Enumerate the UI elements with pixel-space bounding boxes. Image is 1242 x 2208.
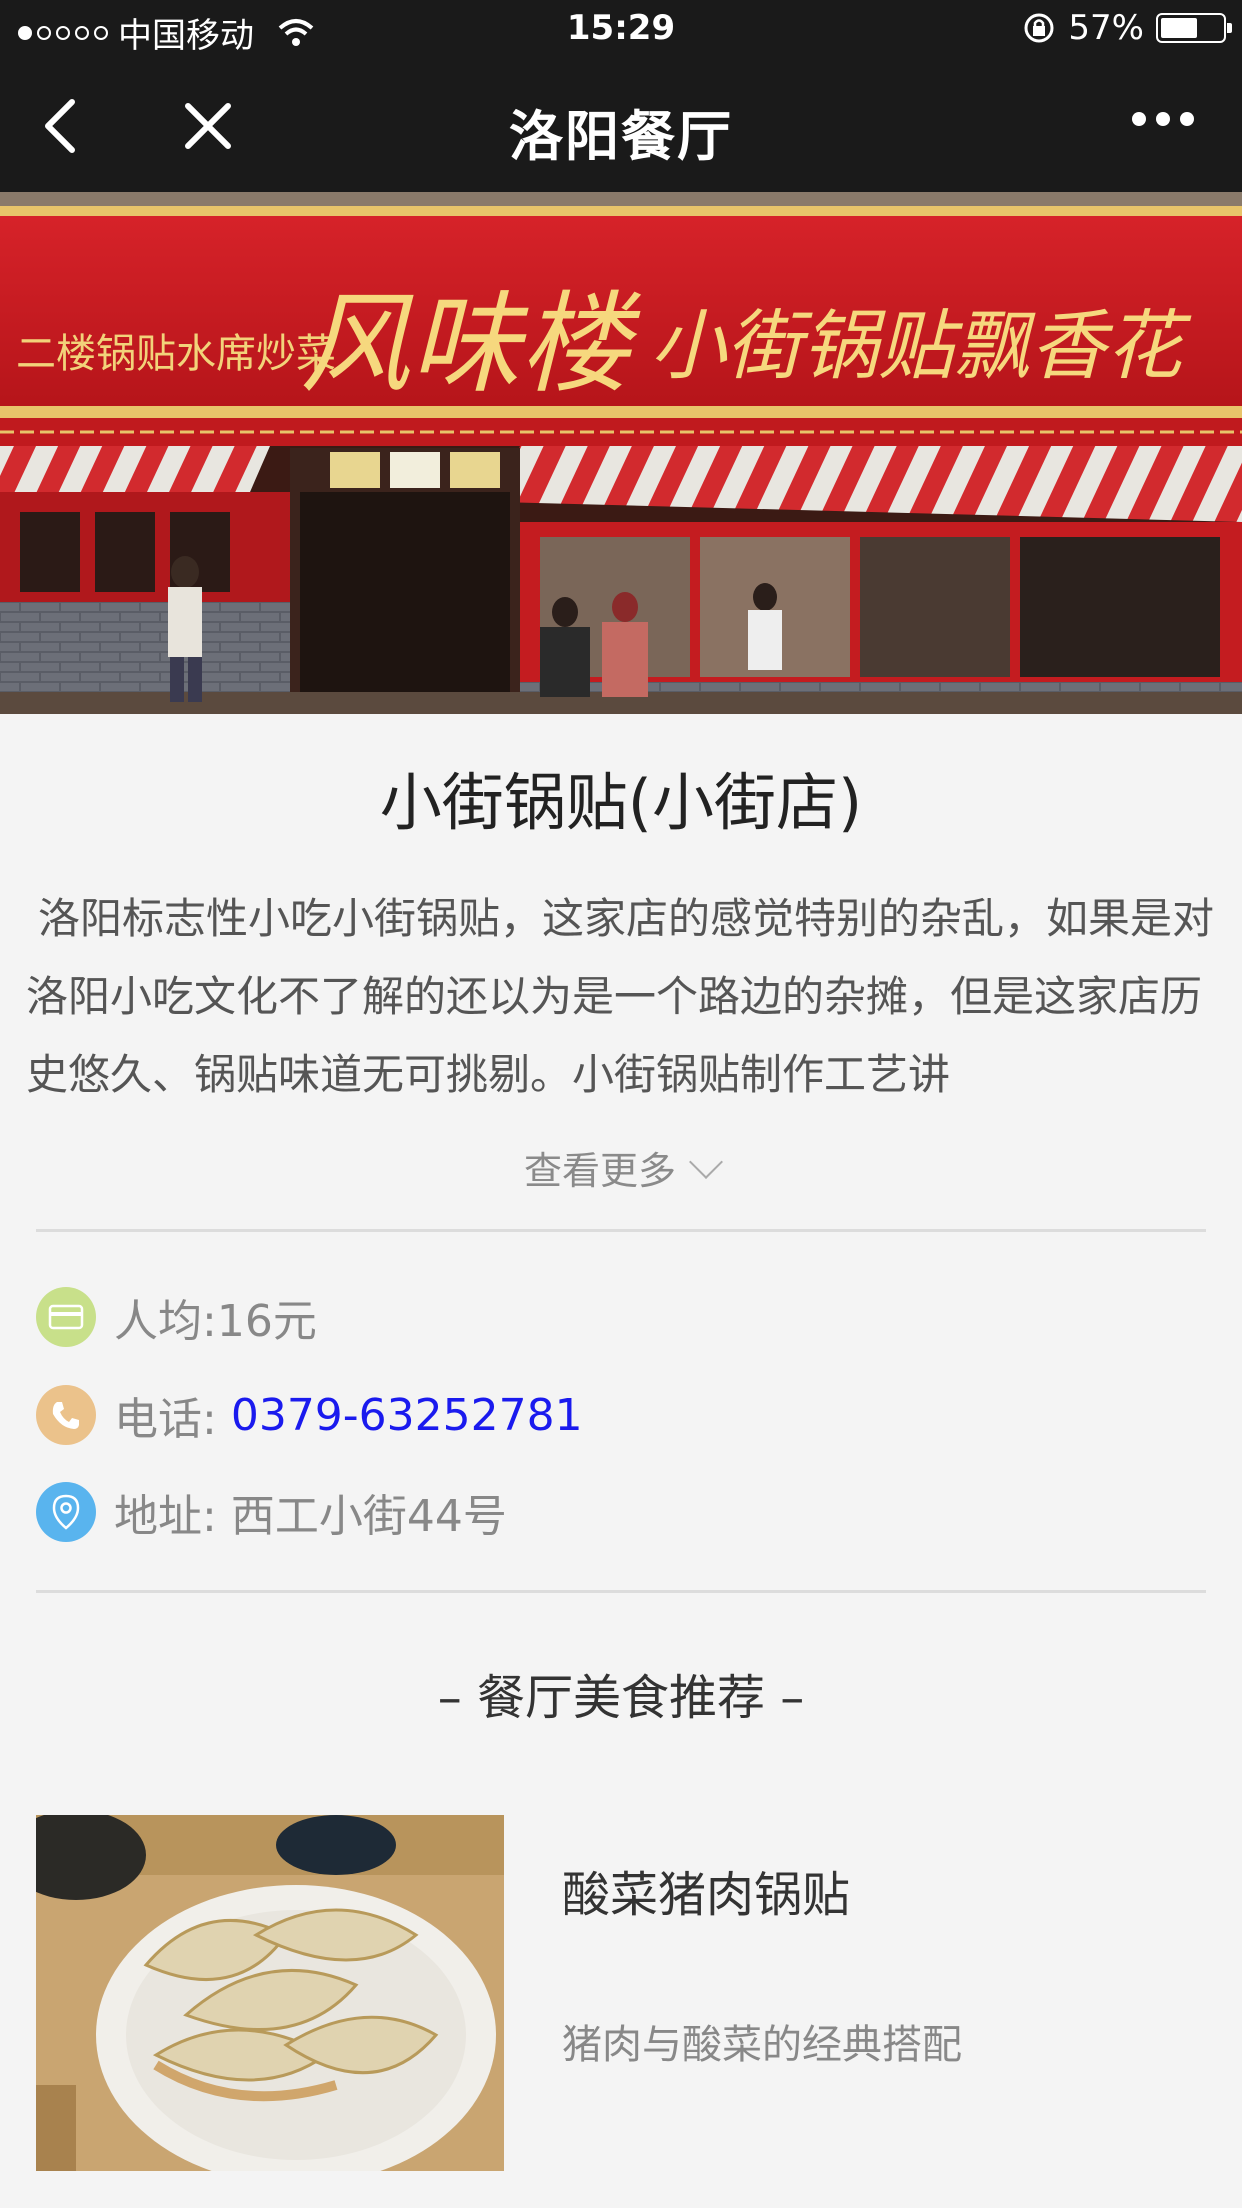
more-options-icon[interactable] [1132,112,1194,126]
address-row: 地址: 西工小街44号 [36,1480,507,1544]
rotation-lock-icon [1024,13,1054,43]
dish-name[interactable]: 酸菜猪肉锅贴 [562,1855,850,1925]
divider [36,1229,1206,1232]
battery-icon [1156,13,1232,43]
divider [36,1590,1206,1593]
phone-number-link[interactable]: 0379-63252781 [231,1390,583,1441]
sign-right-text: 小街锅贴飘香花 [650,301,1192,390]
price-label: 人均: [114,1296,217,1347]
view-more-button[interactable]: 查看更多 [0,1140,1242,1195]
store-title: 小街锅贴(小街店) [379,766,863,839]
sign-small-text: 二楼锅贴水席炒菜 [16,331,336,377]
storefront-illustration: 二楼锅贴水席炒菜 风味楼 小街锅贴飘香花 [0,192,1242,714]
phone-row[interactable]: 电话: 0379-63252781 [36,1383,583,1447]
page-title: 洛阳餐厅 [509,105,733,168]
location-pin-icon [36,1482,96,1542]
section-title: – 餐厅美食推荐 – [437,1670,805,1726]
chevron-down-icon [689,1145,723,1179]
address-label: 地址: [114,1491,217,1542]
phone-label: 电话: [114,1394,217,1445]
battery-percent: 57% [1068,8,1144,48]
view-more-label: 查看更多 [523,1149,676,1193]
credit-card-icon [36,1287,96,1347]
status-bar: 中国移动 15:29 57% [0,0,1242,62]
store-description: 洛阳标志性小吃小街锅贴，这家店的感觉特别的杂乱，如果是对洛阳小吃文化不了解的还以… [26,894,1215,1099]
restaurant-hero-image: 二楼锅贴水席炒菜 风味楼 小街锅贴飘香花 [0,192,1242,714]
dumplings-photo [36,1815,504,2171]
address-value: 西工小街44号 [230,1491,507,1542]
dish-description: 猪肉与酸菜的经典搭配 [562,2022,962,2068]
sign-main-text: 风味楼 [300,280,642,408]
dish-image[interactable] [36,1815,504,2171]
phone-icon [36,1385,96,1445]
nav-bar: 洛阳餐厅 [0,62,1242,192]
status-right: 57% [1022,8,1232,48]
price-value: 16元 [216,1296,317,1347]
price-row: 人均: 16元 [36,1285,317,1349]
